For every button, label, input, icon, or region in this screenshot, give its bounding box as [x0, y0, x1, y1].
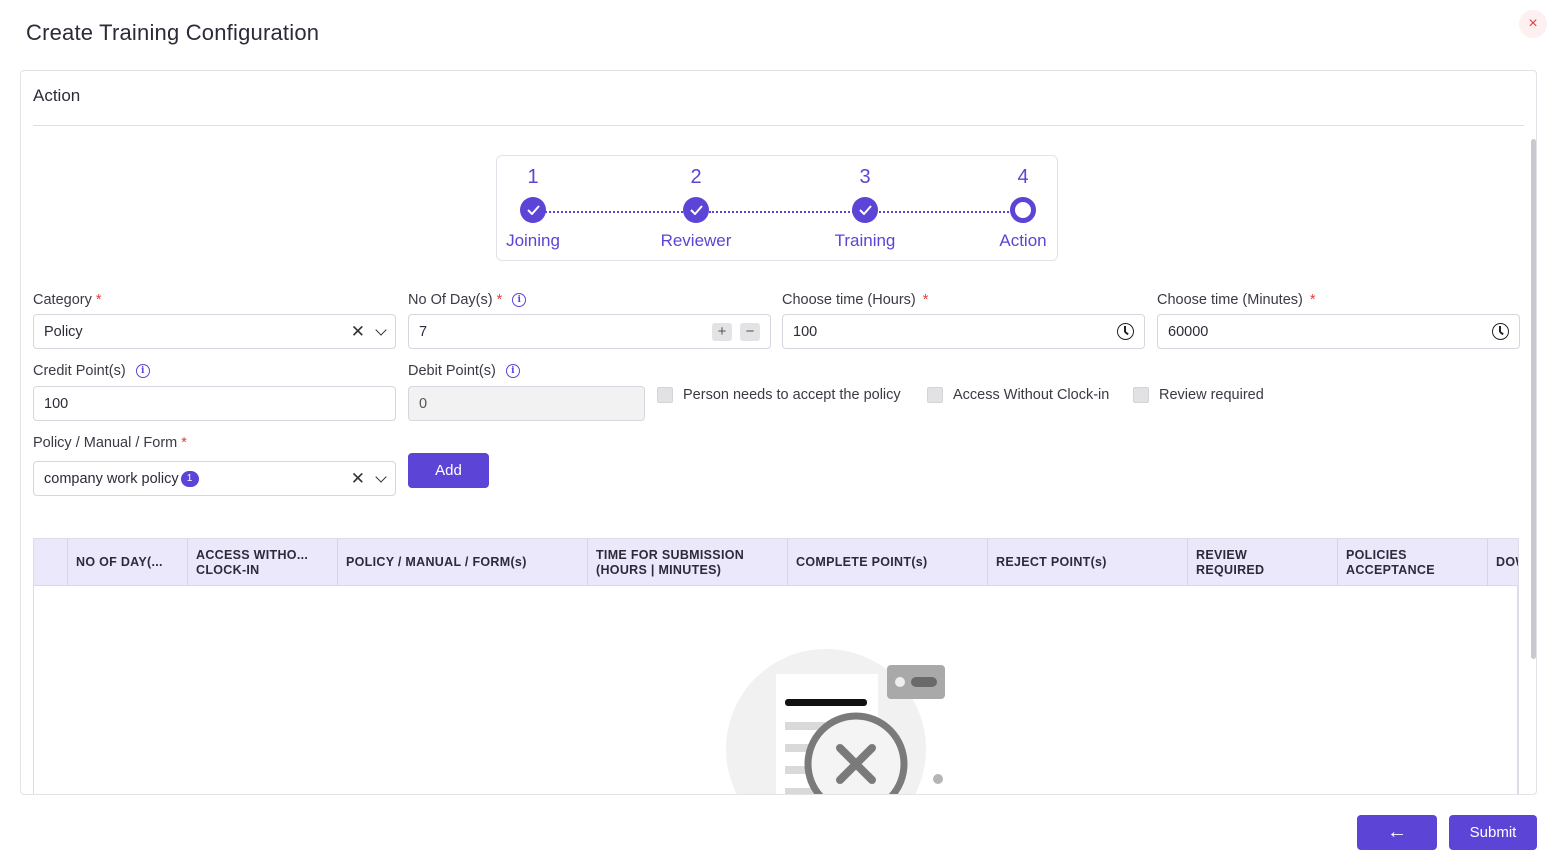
required-marker: * [95, 292, 102, 308]
arrow-left-icon: ← [1387, 821, 1407, 843]
policy-label-text: Policy / Manual / Form [33, 435, 178, 451]
step-label: Joining [506, 231, 560, 250]
action-panel: Action 1 Joining 2 Reviewer 3 Training 4… [20, 70, 1537, 795]
current-step-icon [1010, 197, 1036, 223]
review-required-checkbox[interactable]: Review required [1133, 387, 1264, 403]
column-header[interactable]: REVIEW REQUIRED [1188, 539, 1338, 586]
clock-icon[interactable] [1117, 323, 1134, 340]
clock-icon[interactable] [1492, 323, 1509, 340]
credit-label: Credit Point(s) i [33, 363, 150, 379]
check-icon [520, 197, 546, 223]
table-header: NO OF DAY(... ACCESS WITHO... CLOCK-IN P… [34, 539, 1518, 586]
required-marker: * [181, 435, 187, 451]
days-value: 7 [419, 323, 428, 340]
column-header[interactable]: POLICY / MANUAL / FORM(s) [338, 539, 588, 586]
modal-title: Create Training Configuration [26, 20, 320, 45]
policy-value: company work policy [44, 470, 179, 487]
close-button[interactable]: × [1519, 10, 1547, 38]
add-button[interactable]: Add [408, 453, 489, 488]
category-select[interactable]: Policy ✕ [33, 314, 396, 349]
column-header [34, 539, 68, 586]
column-header[interactable]: POLICIES ACCEPTANCE [1338, 539, 1488, 586]
column-header[interactable]: ACCESS WITHO... CLOCK-IN [188, 539, 338, 586]
back-button[interactable]: ← [1357, 815, 1437, 850]
hours-label: Choose time (Hours) * [782, 292, 928, 308]
policy-select[interactable]: company work policy 1 ✕ [33, 461, 396, 496]
debit-points-input: 0 [408, 386, 645, 421]
checkbox-label: Access Without Clock-in [953, 387, 1110, 403]
checkbox-box[interactable] [927, 387, 943, 403]
plus-icon[interactable]: + [712, 322, 732, 341]
accept-policy-checkbox[interactable]: Person needs to accept the policy [657, 387, 901, 403]
minutes-label: Choose time (Minutes) * [1157, 292, 1316, 308]
column-header[interactable]: REJECT POINT(s) [988, 539, 1188, 586]
clear-icon[interactable]: ✕ [351, 469, 365, 489]
required-marker: * [922, 292, 929, 308]
check-icon [852, 197, 878, 223]
minus-icon[interactable]: − [740, 322, 760, 341]
no-data-illustration-icon [726, 649, 945, 794]
step-number: 3 [859, 166, 871, 188]
info-icon[interactable]: i [512, 293, 527, 307]
step-number: 4 [1017, 166, 1029, 188]
credit-points-input[interactable]: 100 [33, 386, 396, 421]
category-label-text: Category [33, 292, 92, 308]
selected-count-badge: 1 [180, 470, 199, 487]
close-icon: × [1528, 15, 1538, 32]
step-label: Training [834, 231, 896, 250]
required-marker: * [1309, 292, 1316, 308]
column-header[interactable]: NO OF DAY(... [68, 539, 188, 586]
credit-value: 100 [44, 395, 69, 412]
clear-icon[interactable]: ✕ [351, 322, 365, 342]
stepper: 1 Joining 2 Reviewer 3 Training 4 Action [496, 155, 1058, 261]
step-number: 2 [690, 166, 702, 188]
chevron-down-icon[interactable] [375, 323, 387, 336]
category-value: Policy [44, 323, 83, 340]
minutes-value: 60000 [1168, 323, 1209, 340]
chevron-down-icon[interactable] [375, 470, 387, 483]
category-label: Category * [33, 292, 102, 308]
checkbox-label: Person needs to accept the policy [683, 387, 901, 403]
info-icon[interactable]: i [135, 364, 150, 378]
step-action[interactable]: 4 Action [973, 156, 1073, 262]
empty-state [34, 586, 1518, 794]
required-marker: * [496, 292, 503, 308]
checkbox-box[interactable] [1133, 387, 1149, 403]
info-icon[interactable]: i [505, 364, 520, 378]
hours-label-text: Choose time (Hours) [782, 292, 916, 308]
column-header[interactable]: DOWNLOAD [1488, 539, 1518, 586]
hours-value: 100 [793, 323, 818, 340]
minutes-field[interactable]: 60000 [1157, 314, 1520, 349]
vertical-scrollbar[interactable] [1531, 139, 1536, 659]
step-training[interactable]: 3 Training [815, 156, 915, 262]
debit-label: Debit Point(s) i [408, 363, 520, 379]
step-reviewer[interactable]: 2 Reviewer [646, 156, 746, 262]
table-right-border [1517, 586, 1518, 794]
step-joining[interactable]: 1 Joining [483, 156, 583, 262]
config-table: NO OF DAY(... ACCESS WITHO... CLOCK-IN P… [33, 538, 1519, 794]
hours-field[interactable]: 100 [782, 314, 1145, 349]
debit-value: 0 [419, 395, 428, 412]
minutes-label-text: Choose time (Minutes) [1157, 292, 1303, 308]
step-number: 1 [527, 166, 539, 188]
check-icon [683, 197, 709, 223]
checkbox-label: Review required [1159, 387, 1264, 403]
days-label-text: No Of Day(s) [408, 292, 493, 308]
panel-title: Action [33, 86, 81, 105]
checkbox-box[interactable] [657, 387, 673, 403]
step-label: Reviewer [660, 231, 732, 250]
column-header[interactable]: COMPLETE POINT(s) [788, 539, 988, 586]
policy-label: Policy / Manual / Form * [33, 435, 187, 451]
column-header[interactable]: TIME FOR SUBMISSION (HOURS | MINUTES) [588, 539, 788, 586]
debit-label-text: Debit Point(s) [408, 363, 496, 379]
access-without-clockin-checkbox[interactable]: Access Without Clock-in [927, 387, 1109, 403]
panel-divider [33, 125, 1524, 126]
step-label: Action [999, 231, 1047, 250]
credit-label-text: Credit Point(s) [33, 363, 126, 379]
days-stepper[interactable]: 7 + − [408, 314, 771, 349]
days-label: No Of Day(s) * i [408, 292, 527, 308]
submit-button[interactable]: Submit [1449, 815, 1537, 850]
